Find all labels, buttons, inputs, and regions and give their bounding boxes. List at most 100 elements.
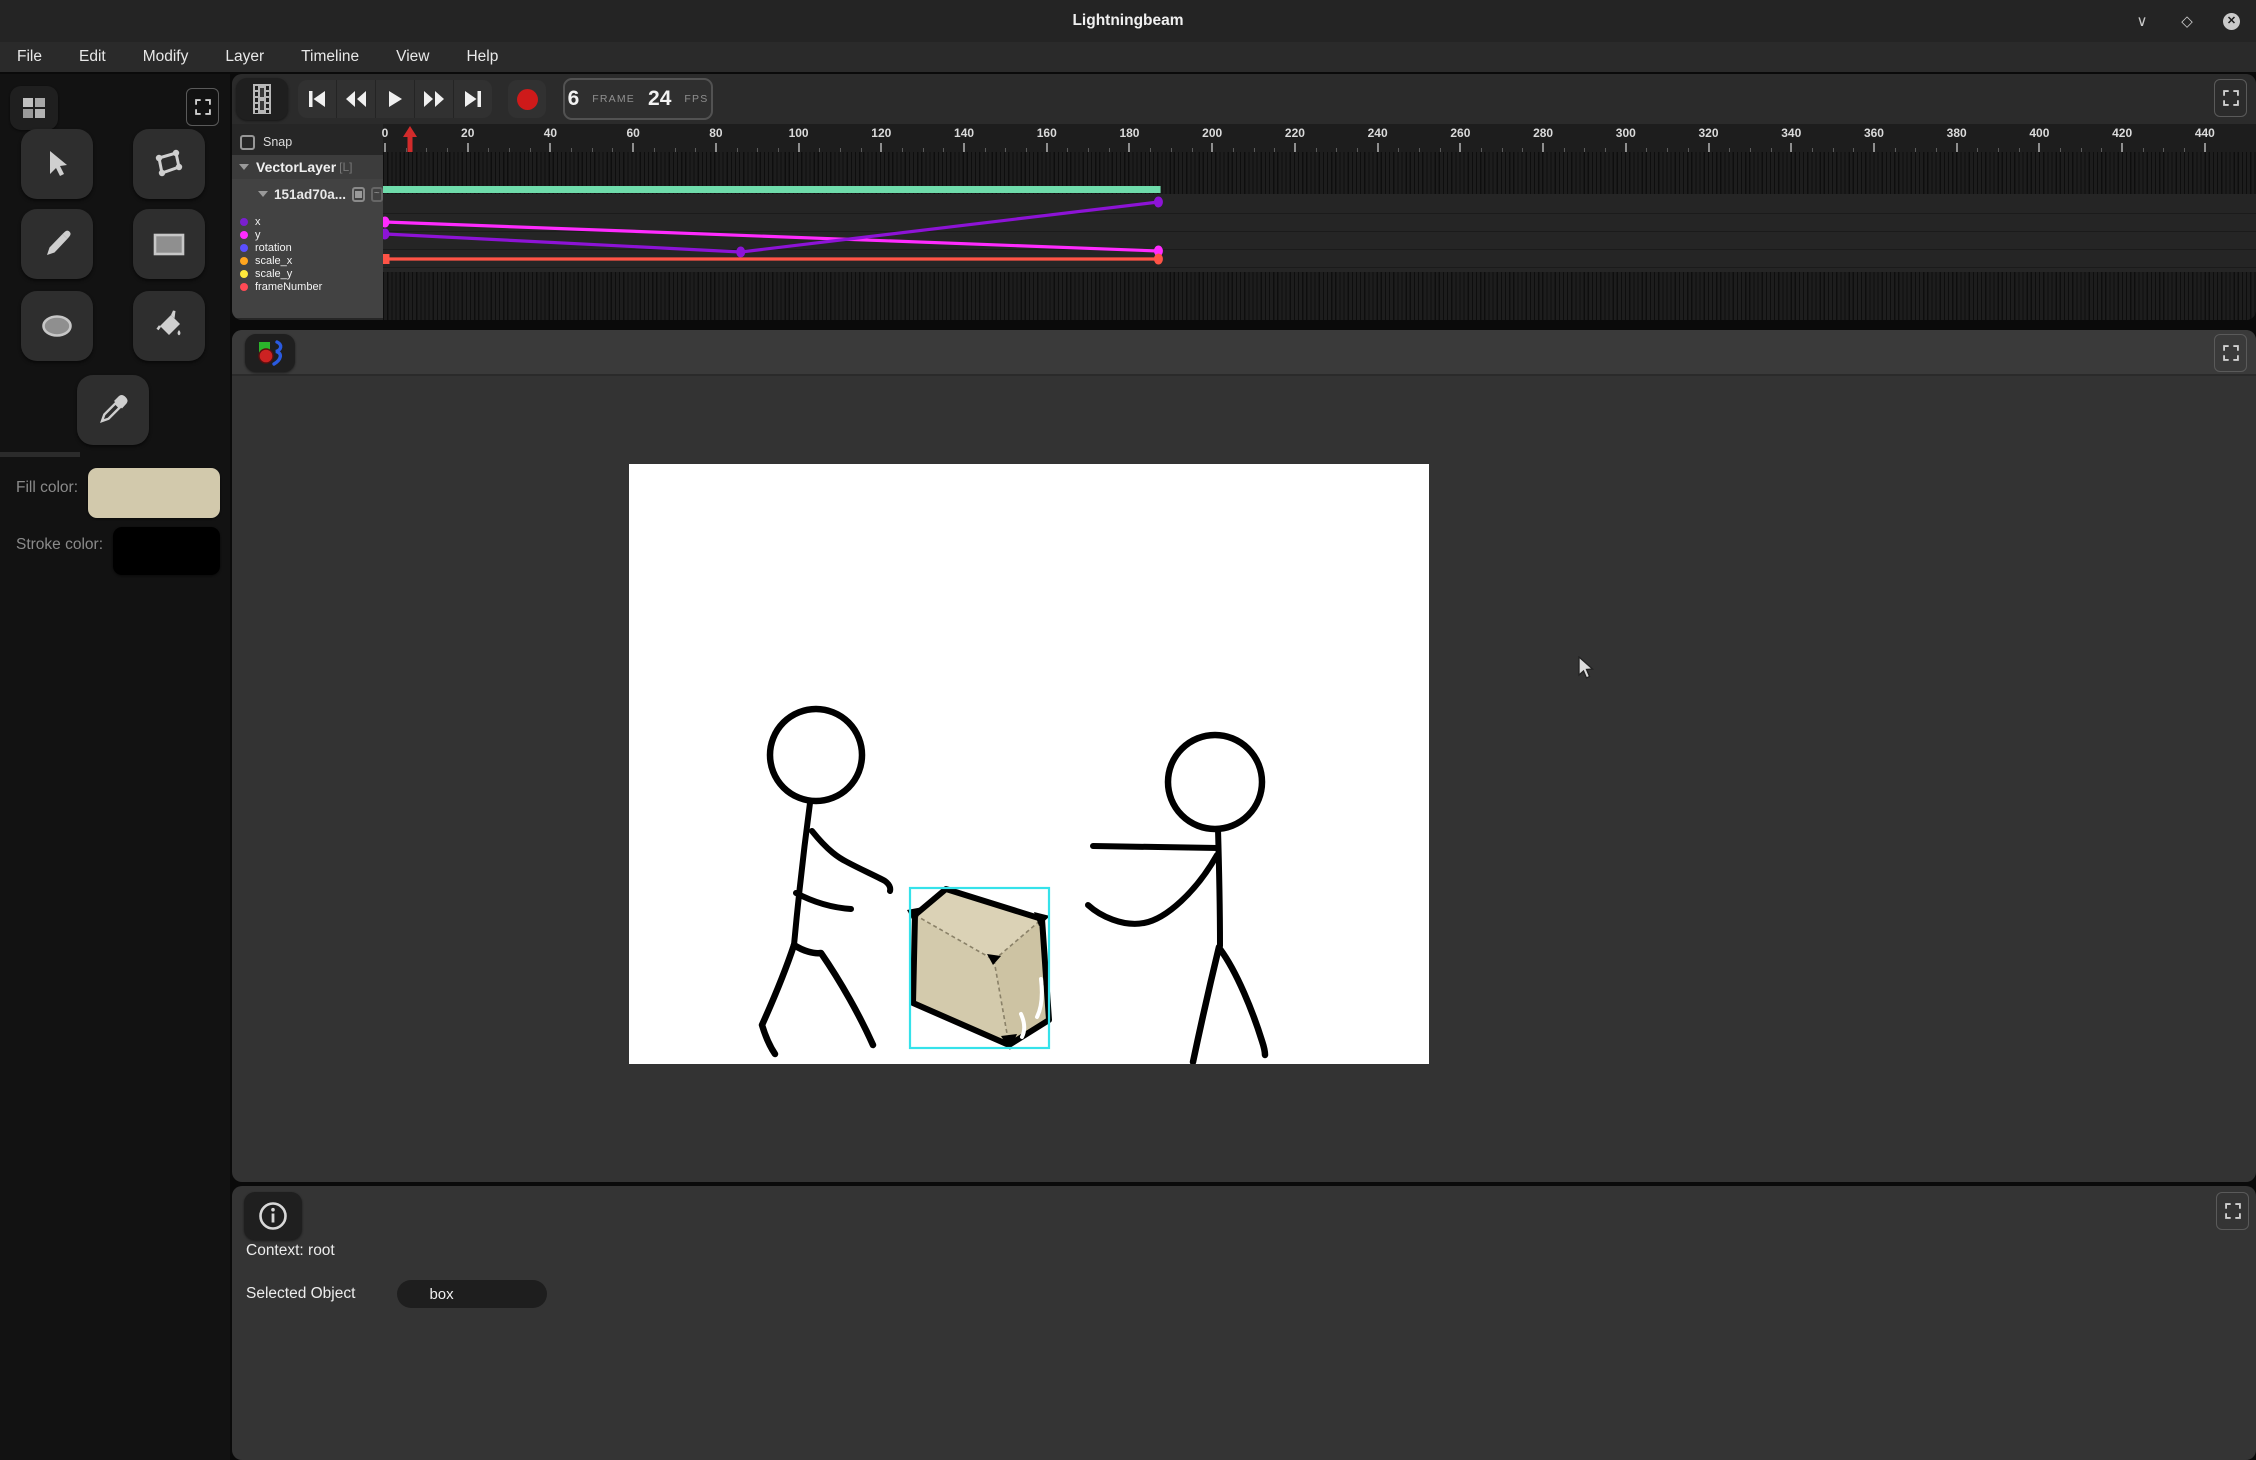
drawing-canvas[interactable]	[629, 464, 1429, 1064]
snap-label: Snap	[263, 135, 292, 149]
ruler-tick	[2038, 143, 2040, 152]
record-icon	[517, 89, 538, 110]
layer-expand-icon[interactable]	[239, 164, 249, 170]
clip-block: 151ad70a... ~ xyrotationscale_xscale_yfr…	[232, 179, 383, 318]
toolbox-fullscreen-button[interactable]	[186, 88, 219, 126]
ruler-tick	[963, 143, 965, 152]
menu-item-timeline[interactable]: Timeline	[301, 48, 359, 66]
frame-fps-display[interactable]: 6 FRAME 24 FPS	[563, 78, 713, 120]
fill-color-swatch[interactable]	[88, 468, 220, 518]
stroke-color-swatch[interactable]	[113, 527, 220, 575]
menu-item-edit[interactable]: Edit	[79, 48, 106, 66]
right-stick-figure[interactable]	[1088, 735, 1265, 1062]
property-row-x[interactable]: x	[240, 215, 380, 228]
clip-expand-icon[interactable]	[258, 191, 268, 197]
rectangle-tool-button[interactable]	[133, 209, 205, 279]
fps-label: FPS	[684, 93, 708, 105]
select-arrow-icon	[40, 147, 74, 181]
record-button[interactable]	[508, 80, 546, 118]
snap-checkbox[interactable]	[240, 135, 255, 150]
skip-end-icon	[463, 90, 483, 108]
ruler-label: 340	[1781, 126, 1801, 140]
ruler-tick	[1128, 143, 1130, 152]
select-tool-button[interactable]	[21, 129, 93, 199]
shapes-button[interactable]	[245, 334, 295, 372]
eyedropper-tool-button[interactable]	[77, 375, 149, 445]
ellipse-tool-button[interactable]	[21, 291, 93, 361]
property-name: rotation	[255, 242, 292, 254]
left-stick-figure[interactable]	[762, 709, 890, 1054]
curve-y[interactable]	[385, 222, 1158, 251]
rewind-icon	[345, 90, 367, 108]
ruler-label: 120	[871, 126, 891, 140]
clip-visibility-toggle[interactable]	[352, 187, 364, 202]
timeline-ruler[interactable]: 0204060801001201401601802002202402602803…	[383, 124, 2256, 152]
minimize-button[interactable]: ∨	[2133, 12, 2151, 30]
ruler-tick	[715, 143, 717, 152]
keyframe-frameNumber[interactable]	[383, 254, 390, 264]
property-row-y[interactable]: y	[240, 228, 380, 241]
inspector-fullscreen-button[interactable]	[2216, 1192, 2249, 1230]
keyframe-y[interactable]	[383, 217, 390, 228]
transform-tool-button[interactable]	[133, 129, 205, 199]
skip-end-button[interactable]	[454, 80, 492, 118]
timeline-fullscreen-button[interactable]	[2214, 79, 2247, 117]
keyframe-x[interactable]	[383, 229, 390, 240]
toolbox-panel: Fill color: Stroke color:	[0, 74, 230, 1460]
property-row-rotation[interactable]: rotation	[240, 241, 380, 254]
film-button[interactable]	[236, 78, 288, 120]
rewind-button[interactable]	[337, 80, 376, 118]
property-row-frameNumber[interactable]: frameNumber	[240, 280, 380, 293]
clip-curve-toggle[interactable]: ~	[371, 187, 383, 202]
keyframe-x[interactable]	[736, 247, 745, 258]
maximize-button[interactable]: ◇	[2178, 12, 2196, 30]
layer-span-bar[interactable]	[383, 186, 1161, 193]
film-strip-icon	[252, 83, 272, 115]
property-name: scale_y	[255, 268, 292, 280]
ruler-label: 320	[1699, 126, 1719, 140]
box-artwork[interactable]	[907, 889, 1050, 1050]
menu-item-modify[interactable]: Modify	[143, 48, 189, 66]
menu-item-file[interactable]: File	[17, 48, 42, 66]
menu-item-view[interactable]: View	[396, 48, 429, 66]
grid-menu-button[interactable]	[10, 86, 58, 130]
ruler-label: 100	[789, 126, 809, 140]
close-button[interactable]: ✕	[2223, 13, 2240, 30]
info-button[interactable]	[244, 1192, 302, 1240]
ruler-label: 200	[1202, 126, 1222, 140]
fast-forward-button[interactable]	[415, 80, 454, 118]
menu-item-help[interactable]: Help	[466, 48, 498, 66]
ruler-tick	[1211, 143, 1213, 152]
ruler-label: 60	[626, 126, 639, 140]
property-row-scale_x[interactable]: scale_x	[240, 254, 380, 267]
frame-label: FRAME	[592, 93, 635, 105]
clip-row[interactable]: 151ad70a... ~	[232, 183, 383, 205]
skip-start-button[interactable]	[298, 80, 337, 118]
ruler-tick	[1542, 143, 1544, 152]
title-bar: Lightningbeam ∨◇✕	[0, 0, 2256, 42]
property-color-dot	[240, 244, 248, 252]
property-row-scale_y[interactable]: scale_y	[240, 267, 380, 280]
snap-toggle[interactable]: Snap	[240, 130, 292, 154]
clip-name: 151ad70a...	[274, 187, 346, 202]
selected-object-field[interactable]: box	[397, 1280, 547, 1308]
timeline-tracks[interactable]	[383, 152, 2256, 320]
keyframe-x[interactable]	[1154, 197, 1163, 208]
paint-bucket-tool-button[interactable]	[133, 291, 205, 361]
playhead[interactable]	[402, 126, 418, 152]
property-name: scale_x	[255, 255, 292, 267]
property-list: xyrotationscale_xscale_yframeNumber	[240, 215, 380, 293]
pencil-tool-button[interactable]	[21, 209, 93, 279]
info-icon	[258, 1201, 288, 1231]
menu-item-layer[interactable]: Layer	[225, 48, 264, 66]
ruler-label: 400	[2029, 126, 2049, 140]
ruler-tick	[880, 143, 882, 152]
keyframe-frameNumber[interactable]	[1154, 254, 1163, 265]
ruler-tick	[1873, 143, 1875, 152]
play-button[interactable]	[376, 80, 415, 118]
layer-row-vectorlayer[interactable]: VectorLayer [L]	[232, 155, 383, 179]
ruler-label: 280	[1533, 126, 1553, 140]
ruler-label: 380	[1947, 126, 1967, 140]
stage-fullscreen-button[interactable]	[2214, 334, 2247, 372]
property-color-dot	[240, 231, 248, 239]
